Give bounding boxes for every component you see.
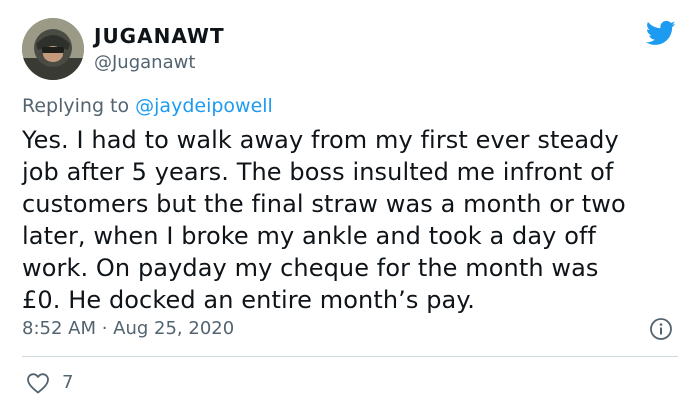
tweet-body: Yes. I had to walk away from my first ev…: [22, 124, 682, 316]
tweet-body-line: £0. He docked an entire month’s pay.: [22, 286, 475, 314]
divider: [22, 356, 678, 357]
tweet-body-line: Yes. I had to walk away from my first ev…: [22, 126, 619, 154]
tweet-body-line: customers but the final straw was a mont…: [22, 190, 626, 218]
reply-mention-link[interactable]: @jaydeipowell: [135, 95, 273, 117]
tweet-card: JUGANAWT @Juganawt Replying to @jaydeipo…: [0, 0, 700, 410]
avatar-image: [22, 18, 84, 80]
tweet-body-line: job after 5 years. The boss insulted me …: [22, 158, 614, 186]
avatar[interactable]: [22, 18, 84, 80]
reply-prefix: Replying to: [22, 95, 136, 117]
reply-context: Replying to @jaydeipowell: [22, 95, 273, 117]
heart-icon[interactable]: [26, 372, 50, 394]
author-name[interactable]: JUGANAWT: [94, 24, 225, 48]
tweet-timestamp[interactable]: 8:52 AM · Aug 25, 2020: [22, 318, 234, 339]
tweet-body-line: work. On payday my cheque for the month …: [22, 254, 599, 282]
author-handle[interactable]: @Juganawt: [94, 52, 195, 73]
like-count: 7: [62, 372, 74, 393]
tweet-body-line: later, when I broke my ankle and took a …: [22, 222, 597, 250]
info-icon[interactable]: [649, 317, 673, 341]
twitter-bird-icon[interactable]: [644, 18, 678, 48]
